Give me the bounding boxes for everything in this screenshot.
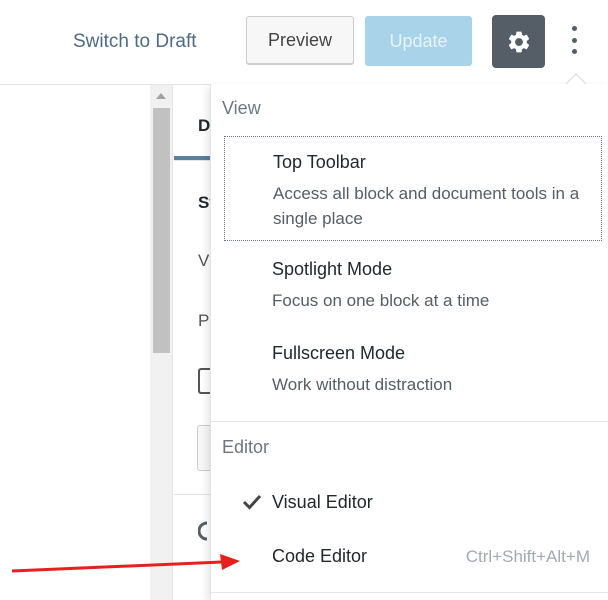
- sidebar-divider: [174, 160, 212, 161]
- menu-item-fullscreen-mode[interactable]: Fullscreen Mode Work without distraction: [224, 334, 602, 404]
- menu-item-description: Access all block and document tools in a…: [273, 184, 580, 228]
- menu-item-label: Spotlight Mode: [272, 259, 393, 279]
- menu-item-label: Fullscreen Mode: [272, 343, 406, 363]
- menu-separator: [210, 421, 608, 422]
- sidebar-row-visibility: V: [198, 251, 210, 270]
- update-button[interactable]: Update: [365, 16, 472, 66]
- scrollbar-thumb[interactable]: [153, 108, 170, 353]
- menu-item-description: Focus on one block at a time: [272, 291, 490, 310]
- menu-item-spotlight-mode[interactable]: Spotlight Mode Focus on one block at a t…: [224, 250, 602, 320]
- preview-button[interactable]: Preview: [246, 16, 354, 65]
- menu-separator: [210, 592, 608, 593]
- menu-item-code-editor[interactable]: Code Editor Ctrl+Shift+Alt+M: [224, 536, 602, 580]
- menu-item-label: Visual Editor: [272, 492, 373, 512]
- menu-item-top-toolbar[interactable]: Top Toolbar Access all block and documen…: [224, 136, 602, 241]
- checkmark-icon: [242, 494, 262, 510]
- more-vertical-icon: [571, 26, 577, 31]
- more-menu-button[interactable]: [562, 20, 586, 60]
- sidebar-row-publish: P: [198, 311, 210, 330]
- annotation-arrow: [11, 554, 240, 573]
- menu-item-label: Top Toolbar: [273, 152, 366, 172]
- gear-icon: [508, 31, 529, 52]
- sidebar-tab-document[interactable]: D: [198, 116, 210, 136]
- scroll-up-arrow-icon[interactable]: [156, 93, 166, 99]
- menu-item-shortcut: Ctrl+Shift+Alt+M: [465, 547, 590, 566]
- editor-group-label: Editor: [222, 437, 270, 457]
- menu-item-description: Work without distraction: [272, 375, 453, 394]
- settings-button[interactable]: [492, 15, 545, 68]
- sidebar-divider: [174, 494, 212, 495]
- menu-item-label: Code Editor: [272, 546, 368, 566]
- switch-to-draft-button[interactable]: Switch to Draft: [73, 31, 197, 53]
- view-group-label: View: [222, 98, 261, 118]
- menu-item-visual-editor[interactable]: Visual Editor: [224, 482, 602, 526]
- editor-header: Switch to Draft Preview Update: [0, 0, 608, 85]
